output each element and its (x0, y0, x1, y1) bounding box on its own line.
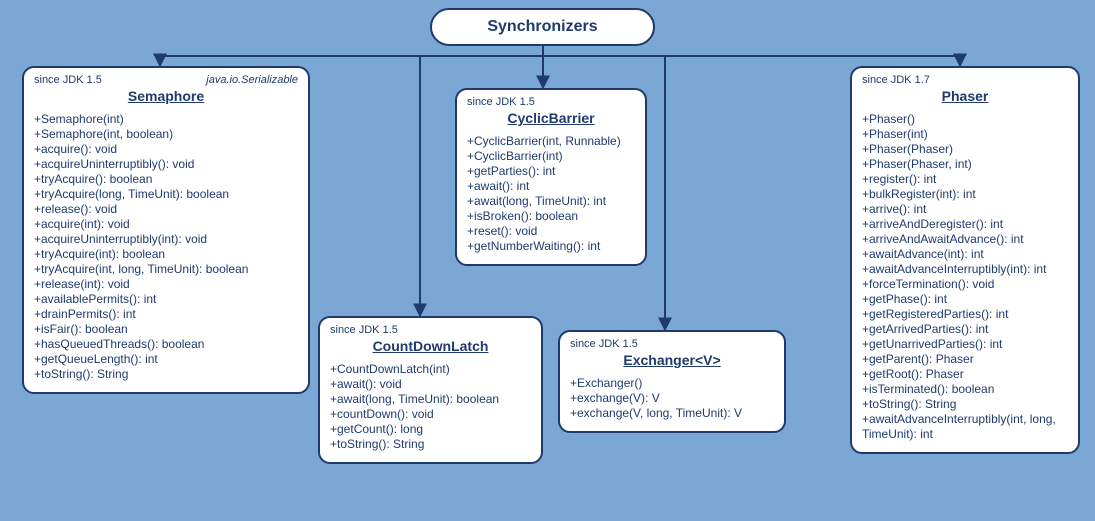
phaser-title: Phaser (862, 88, 1068, 104)
member-line: +CountDownLatch(int) (330, 362, 531, 377)
member-line: +Phaser(Phaser) (862, 142, 1068, 157)
member-line: +tryAcquire(int): boolean (34, 247, 298, 262)
member-line: +CyclicBarrier(int, Runnable) (467, 134, 635, 149)
member-line: +awaitAdvance(int): int (862, 247, 1068, 262)
classbox-phaser: since JDK 1.7 Phaser +Phaser()+Phaser(in… (850, 66, 1080, 454)
member-line: +CyclicBarrier(int) (467, 149, 635, 164)
cyclicbarrier-title: CyclicBarrier (467, 110, 635, 126)
member-line: +reset(): void (467, 224, 635, 239)
countdownlatch-since: since JDK 1.5 (330, 324, 398, 336)
classbox-cyclicbarrier: since JDK 1.5 CyclicBarrier +CyclicBarri… (455, 88, 647, 266)
member-line: +getRegisteredParties(): int (862, 307, 1068, 322)
semaphore-title: Semaphore (34, 88, 298, 104)
member-line: +bulkRegister(int): int (862, 187, 1068, 202)
member-line: +awaitAdvanceInterruptibly(int, long, Ti… (862, 412, 1068, 442)
member-line: +await(long, TimeUnit): boolean (330, 392, 531, 407)
member-line: +isBroken(): boolean (467, 209, 635, 224)
member-line: +isTerminated(): boolean (862, 382, 1068, 397)
countdownlatch-members: +CountDownLatch(int)+await(): void+await… (330, 362, 531, 452)
exchanger-title: Exchanger<V> (570, 352, 774, 368)
root-title: Synchronizers (487, 18, 597, 36)
phaser-since: since JDK 1.7 (862, 74, 930, 86)
member-line: +tryAcquire(int, long, TimeUnit): boolea… (34, 262, 298, 277)
member-line: +acquire(int): void (34, 217, 298, 232)
cyclicbarrier-members: +CyclicBarrier(int, Runnable)+CyclicBarr… (467, 134, 635, 254)
member-line: +getPhase(): int (862, 292, 1068, 307)
exchanger-members: +Exchanger()+exchange(V): V+exchange(V, … (570, 376, 774, 421)
member-line: +release(): void (34, 202, 298, 217)
semaphore-since: since JDK 1.5 (34, 74, 102, 86)
member-line: +Semaphore(int, boolean) (34, 127, 298, 142)
countdownlatch-title: CountDownLatch (330, 338, 531, 354)
member-line: +getParties(): int (467, 164, 635, 179)
member-line: +exchange(V): V (570, 391, 774, 406)
classbox-semaphore: since JDK 1.5 java.io.Serializable Semap… (22, 66, 310, 394)
member-line: +countDown(): void (330, 407, 531, 422)
member-line: +getArrivedParties(): int (862, 322, 1068, 337)
classbox-exchanger: since JDK 1.5 Exchanger<V> +Exchanger()+… (558, 330, 786, 433)
member-line: +getParent(): Phaser (862, 352, 1068, 367)
semaphore-members: +Semaphore(int)+Semaphore(int, boolean)+… (34, 112, 298, 382)
member-line: +Phaser(int) (862, 127, 1068, 142)
member-line: +getRoot(): Phaser (862, 367, 1068, 382)
member-line: +forceTermination(): void (862, 277, 1068, 292)
member-line: +awaitAdvanceInterruptibly(int): int (862, 262, 1068, 277)
member-line: +getCount(): long (330, 422, 531, 437)
member-line: +getUnarrivedParties(): int (862, 337, 1068, 352)
member-line: +await(long, TimeUnit): int (467, 194, 635, 209)
member-line: +toString(): String (330, 437, 531, 452)
member-line: +hasQueuedThreads(): boolean (34, 337, 298, 352)
member-line: +drainPermits(): int (34, 307, 298, 322)
member-line: +acquire(): void (34, 142, 298, 157)
member-line: +release(int): void (34, 277, 298, 292)
member-line: +arrive(): int (862, 202, 1068, 217)
member-line: +Semaphore(int) (34, 112, 298, 127)
member-line: +exchange(V, long, TimeUnit): V (570, 406, 774, 421)
root-node-synchronizers: Synchronizers (430, 8, 655, 46)
member-line: +acquireUninterruptibly(int): void (34, 232, 298, 247)
member-line: +availablePermits(): int (34, 292, 298, 307)
member-line: +toString(): String (862, 397, 1068, 412)
member-line: +tryAcquire(long, TimeUnit): boolean (34, 187, 298, 202)
exchanger-since: since JDK 1.5 (570, 338, 638, 350)
classbox-countdownlatch: since JDK 1.5 CountDownLatch +CountDownL… (318, 316, 543, 464)
member-line: +arriveAndAwaitAdvance(): int (862, 232, 1068, 247)
member-line: +register(): int (862, 172, 1068, 187)
member-line: +await(): void (330, 377, 531, 392)
phaser-members: +Phaser()+Phaser(int)+Phaser(Phaser)+Pha… (862, 112, 1068, 442)
member-line: +await(): int (467, 179, 635, 194)
member-line: +Exchanger() (570, 376, 774, 391)
member-line: +toString(): String (34, 367, 298, 382)
semaphore-interface: java.io.Serializable (206, 74, 298, 86)
member-line: +isFair(): boolean (34, 322, 298, 337)
member-line: +tryAcquire(): boolean (34, 172, 298, 187)
cyclicbarrier-since: since JDK 1.5 (467, 96, 535, 108)
member-line: +getNumberWaiting(): int (467, 239, 635, 254)
member-line: +acquireUninterruptibly(): void (34, 157, 298, 172)
member-line: +arriveAndDeregister(): int (862, 217, 1068, 232)
member-line: +Phaser(Phaser, int) (862, 157, 1068, 172)
member-line: +Phaser() (862, 112, 1068, 127)
member-line: +getQueueLength(): int (34, 352, 298, 367)
